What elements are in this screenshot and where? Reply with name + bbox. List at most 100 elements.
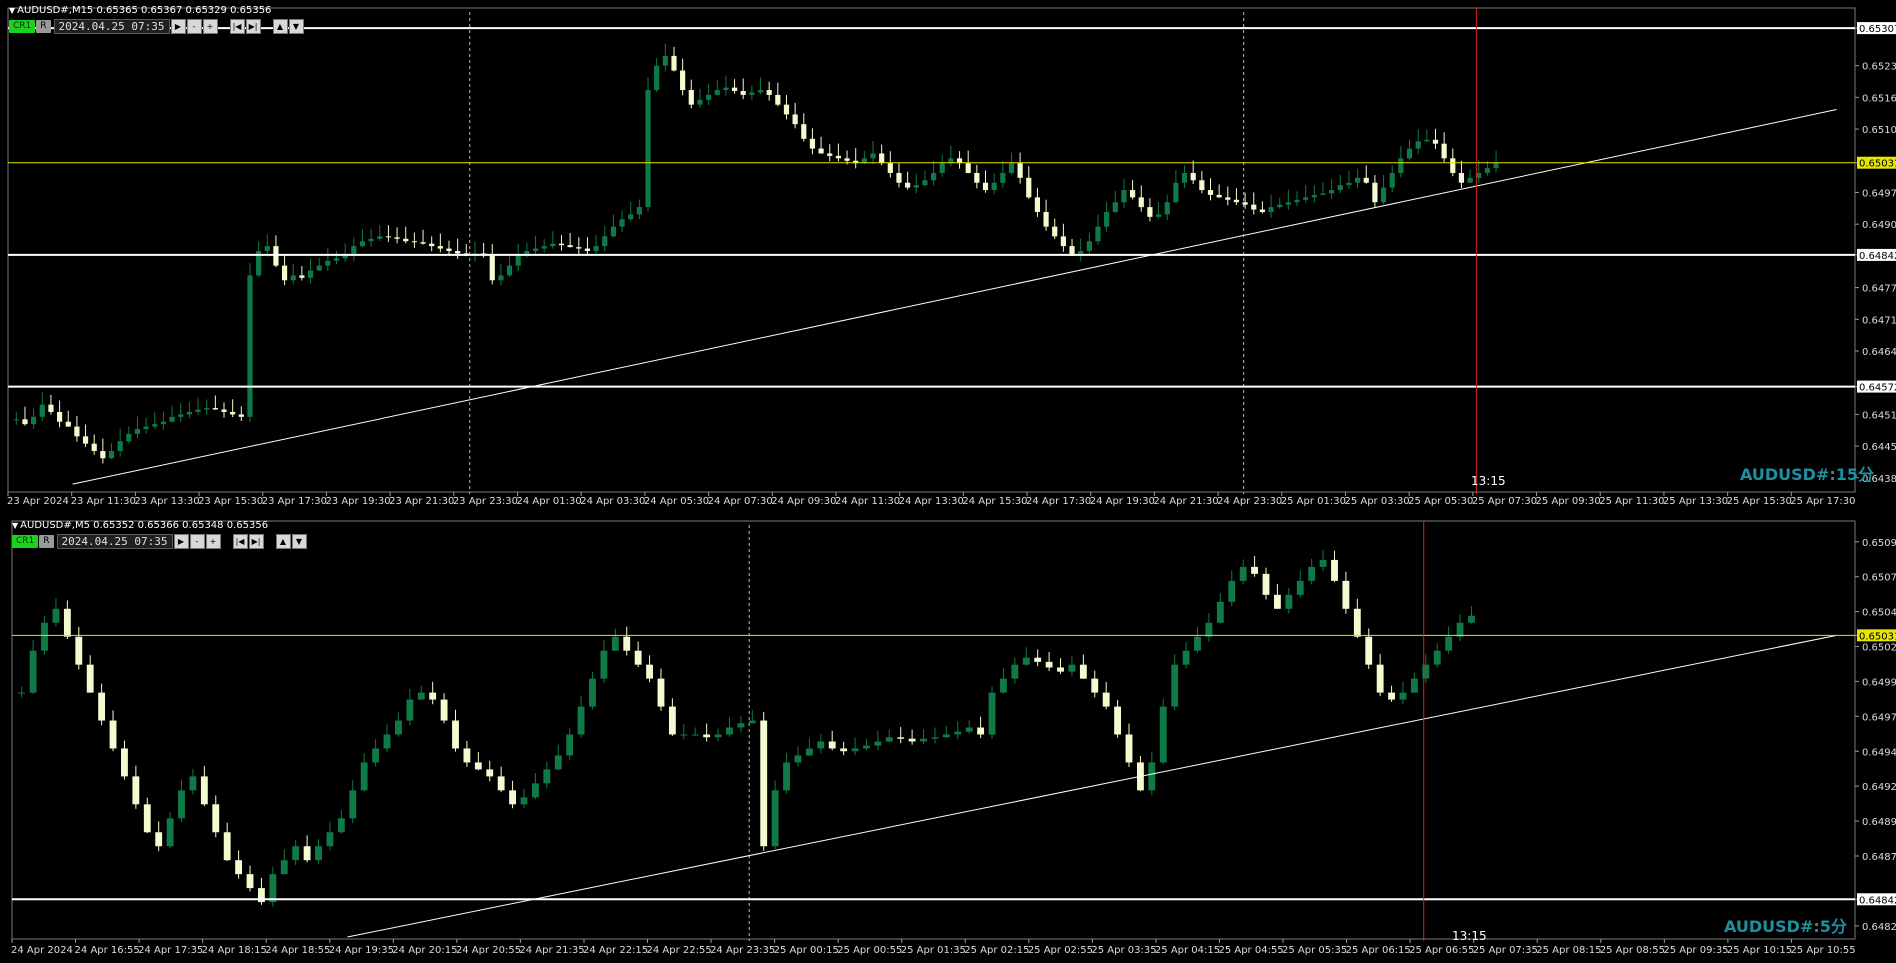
x-tick-label: 25 Apr 09:30 (1536, 496, 1601, 507)
datetime-field[interactable]: 2024.04.25 07:35 (56, 534, 173, 549)
candle-body (827, 153, 833, 156)
y-tick-label: 0.65230 (1862, 62, 1896, 73)
candle-body (178, 414, 184, 417)
jump-end-icon[interactable]: ▶| (245, 19, 261, 34)
candle-body (840, 748, 848, 752)
arrow-up-icon[interactable]: ▲ (272, 19, 288, 34)
candle-body (645, 90, 651, 208)
candle-body (600, 650, 608, 679)
candle-body (189, 776, 197, 791)
candle-body (1194, 636, 1201, 651)
candle-body (1225, 197, 1231, 200)
candle-body (1147, 207, 1153, 217)
candle-body (31, 416, 37, 425)
collapse-triangle-icon[interactable]: ▼ (12, 521, 18, 530)
candle-body (1337, 185, 1343, 191)
candle-body (1233, 199, 1240, 203)
chart-canvas-m15[interactable]: 0.65307 0.65230 0.65165 0.65100 0.65031 0.649… (0, 0, 1896, 515)
candle-body (1102, 692, 1110, 707)
candle-body (1242, 202, 1248, 205)
candle-body (1398, 158, 1404, 173)
candle-body (169, 416, 175, 422)
candle-body (509, 790, 516, 805)
candle-body (75, 636, 83, 665)
candle-body (1155, 214, 1162, 217)
trend-line (72, 109, 1837, 485)
jump-end-icon[interactable]: ▶| (248, 534, 264, 549)
arrow-down-icon[interactable]: ▼ (288, 19, 304, 34)
cr1-badge[interactable]: CR1 (9, 20, 36, 33)
plus-icon[interactable]: + (202, 19, 218, 34)
candle-body (230, 411, 236, 415)
candle-body (1000, 678, 1007, 693)
candle-body (417, 692, 425, 700)
arrow-up-icon[interactable]: ▲ (275, 534, 291, 549)
candle-body (532, 248, 539, 251)
candle-body (885, 737, 893, 742)
r-badge[interactable]: R (39, 535, 54, 548)
candle-body (1228, 580, 1236, 602)
chart-panel-m15[interactable]: 0.65307 0.65230 0.65165 0.65100 0.65031 0.649… (0, 0, 1896, 515)
step-forward-icon[interactable]: ▶ (173, 534, 189, 549)
cr1-badge[interactable]: CR1 (12, 535, 39, 548)
candle-body (307, 270, 314, 278)
x-tick-label: 23 Apr 23:30 (453, 496, 518, 507)
step-forward-icon[interactable]: ▶ (170, 19, 186, 34)
candle-body (905, 182, 911, 188)
candle-body (541, 246, 547, 249)
candle-body (109, 720, 117, 749)
symbol-header: ▼ AUDUSD#,M15 0.65365 0.65367 0.65329 0.6… (9, 5, 271, 17)
plus-icon[interactable]: + (205, 534, 221, 549)
candle-body (360, 762, 368, 791)
x-tick-label: 25 Apr 02:15 (964, 945, 1029, 956)
candle-body (1346, 182, 1352, 186)
candle-body (1303, 197, 1309, 200)
r-badge[interactable]: R (36, 20, 51, 33)
candle-body (13, 419, 19, 421)
x-tick-label: 24 Apr 09:30 (771, 496, 836, 507)
arrow-down-icon[interactable]: ▼ (291, 534, 307, 549)
candle-body (520, 797, 528, 805)
candle-body (1458, 172, 1465, 183)
candle-body (550, 243, 556, 247)
candle-body (98, 692, 106, 721)
candle-body (1320, 193, 1326, 195)
candle-body (1456, 622, 1464, 637)
candle-body (1125, 734, 1133, 763)
y-tick-label: 0.65100 (1862, 125, 1896, 136)
datetime-field[interactable]: 2024.04.25 07:35 (53, 19, 170, 34)
minus-icon[interactable]: - (186, 19, 202, 34)
candle-body (1376, 664, 1384, 693)
chart-panel-m5[interactable]: 0.65098 0.65073 0.65048 0.650310.65023 0.649… (0, 515, 1896, 963)
jump-start-icon[interactable]: |◀ (229, 19, 245, 34)
candle-body (1372, 182, 1378, 203)
x-tick-label: 25 Apr 04:15 (1155, 945, 1220, 956)
chart-canvas-m5[interactable]: 0.65098 0.65073 0.65048 0.650310.65023 0.649… (0, 515, 1896, 963)
candle-body (805, 748, 813, 756)
candle-body (874, 741, 882, 746)
x-tick-label: 24 Apr 03:30 (580, 496, 645, 507)
jump-start-icon[interactable]: |◀ (232, 534, 248, 549)
candle-body (1329, 190, 1335, 194)
x-tick-label: 25 Apr 03:30 (1344, 496, 1409, 507)
candle-body (818, 148, 824, 154)
candle-body (1138, 197, 1144, 208)
candle-body (108, 450, 115, 459)
candle-body (654, 65, 660, 91)
y-tick-label: 0.64873 (1862, 852, 1896, 863)
minus-icon[interactable]: - (189, 534, 205, 549)
candle-body (1445, 636, 1453, 651)
candle-body (1388, 692, 1395, 700)
candle-body (200, 776, 208, 805)
candle-body (760, 720, 768, 847)
x-tick-label: 23 Apr 21:30 (389, 496, 454, 507)
candle-body (56, 411, 63, 422)
candle-body (954, 731, 962, 735)
candle-body (931, 737, 939, 739)
price-label-text: 0.65307 (1859, 24, 1896, 35)
candle-body (988, 692, 996, 735)
x-tick-label: 25 Apr 01:30 (1281, 496, 1346, 507)
candle-body (143, 804, 151, 833)
collapse-triangle-icon[interactable]: ▼ (9, 6, 15, 15)
candle-body (1424, 139, 1430, 142)
